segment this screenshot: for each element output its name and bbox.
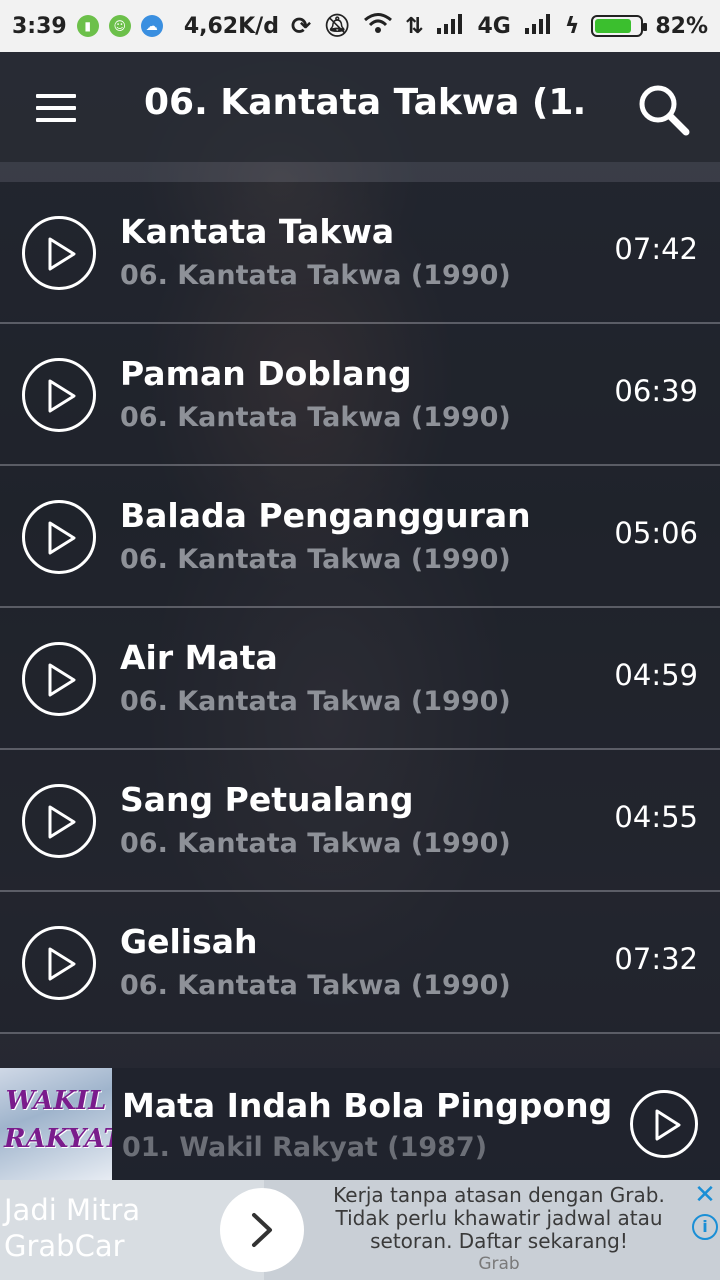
track-title: Paman Doblang bbox=[120, 354, 412, 393]
track-title: Sang Petualang bbox=[120, 780, 414, 819]
track-album: 06. Kantata Takwa (1990) bbox=[120, 260, 511, 291]
ad-headline: Jadi Mitra GrabCar bbox=[4, 1193, 141, 1263]
track-list: Kantata Takwa 06. Kantata Takwa (1990) 0… bbox=[0, 182, 720, 1034]
ad-open-button[interactable] bbox=[220, 1188, 304, 1272]
play-icon[interactable] bbox=[22, 784, 96, 858]
cover-text-line1: WAKIL bbox=[5, 1086, 107, 1116]
now-playing-bar[interactable]: WAKIL RAKYAT Mata Indah Bola Pingpong 01… bbox=[0, 1068, 720, 1180]
track-item[interactable]: Sang Petualang 06. Kantata Takwa (1990) … bbox=[0, 750, 720, 892]
hamburger-menu-icon[interactable] bbox=[36, 94, 76, 122]
battery-percent: 82% bbox=[655, 13, 708, 39]
network-type: 4G bbox=[477, 13, 511, 39]
track-album: 06. Kantata Takwa (1990) bbox=[120, 544, 511, 575]
wifi-icon bbox=[363, 12, 393, 40]
play-icon[interactable] bbox=[22, 358, 96, 432]
status-bar: 3:39 ▮ ☺ ☁ 4,62K/d ⟳ 🔕︎ ⇅ 4G ϟ 82% bbox=[0, 0, 720, 52]
track-title: Gelisah bbox=[120, 922, 258, 961]
data-arrows-icon: ⇅ bbox=[405, 13, 424, 39]
network-speed: 4,62K/d bbox=[183, 13, 279, 39]
app-bar-shadow bbox=[0, 162, 720, 182]
search-icon[interactable] bbox=[636, 82, 692, 138]
track-item[interactable]: Balada Pengangguran 06. Kantata Takwa (1… bbox=[0, 466, 720, 608]
page-title: 06. Kantata Takwa (1… bbox=[144, 82, 584, 123]
charging-icon: ϟ bbox=[564, 13, 580, 39]
track-item[interactable]: Kantata Takwa 06. Kantata Takwa (1990) 0… bbox=[0, 182, 720, 324]
mute-bell-icon: 🔕︎ bbox=[323, 13, 351, 39]
track-item[interactable]: Air Mata 06. Kantata Takwa (1990) 04:59 bbox=[0, 608, 720, 750]
android-icon: ☺ bbox=[108, 15, 131, 37]
ad-banner[interactable]: Jadi Mitra GrabCar Kerja tanpa atasan de… bbox=[0, 1180, 720, 1280]
now-playing-title: Mata Indah Bola Pingpong bbox=[122, 1086, 613, 1125]
track-duration: 07:32 bbox=[614, 942, 698, 976]
track-title: Kantata Takwa bbox=[120, 212, 395, 251]
track-album: 06. Kantata Takwa (1990) bbox=[120, 686, 511, 717]
cloud-icon: ☁ bbox=[140, 15, 163, 37]
play-icon[interactable] bbox=[22, 500, 96, 574]
sim-icon: ▮ bbox=[76, 15, 99, 37]
play-icon[interactable] bbox=[22, 216, 96, 290]
play-icon[interactable] bbox=[22, 642, 96, 716]
signal-icon-2 bbox=[523, 12, 553, 40]
cover-text-line2: RAKYAT bbox=[4, 1124, 112, 1154]
track-duration: 05:06 bbox=[614, 516, 698, 550]
status-time: 3:39 bbox=[12, 13, 67, 39]
sync-icon: ⟳ bbox=[290, 12, 312, 40]
battery-icon bbox=[591, 15, 648, 37]
close-icon[interactable]: ✕ bbox=[692, 1182, 718, 1208]
track-duration: 06:39 bbox=[614, 374, 698, 408]
track-item[interactable]: Paman Doblang 06. Kantata Takwa (1990) 0… bbox=[0, 324, 720, 466]
play-button[interactable] bbox=[630, 1090, 698, 1158]
track-title: Air Mata bbox=[120, 638, 278, 677]
track-title: Balada Pengangguran bbox=[120, 496, 531, 535]
now-playing-album: 01. Wakil Rakyat (1987) bbox=[122, 1132, 488, 1163]
app-bar: 06. Kantata Takwa (1… bbox=[0, 52, 720, 162]
ad-brand: Grab bbox=[478, 1254, 520, 1274]
signal-icon bbox=[435, 12, 465, 40]
info-icon[interactable]: i bbox=[692, 1214, 718, 1240]
ad-body-text: Kerja tanpa atasan dengan Grab. Tidak pe… bbox=[333, 1183, 665, 1253]
track-album: 06. Kantata Takwa (1990) bbox=[120, 828, 511, 859]
play-icon[interactable] bbox=[22, 926, 96, 1000]
track-duration: 04:55 bbox=[614, 800, 698, 834]
track-duration: 04:59 bbox=[614, 658, 698, 692]
track-album: 06. Kantata Takwa (1990) bbox=[120, 402, 511, 433]
track-album: 06. Kantata Takwa (1990) bbox=[120, 970, 511, 1001]
album-cover[interactable]: WAKIL RAKYAT bbox=[0, 1068, 112, 1180]
track-duration: 07:42 bbox=[614, 232, 698, 266]
track-item[interactable]: Gelisah 06. Kantata Takwa (1990) 07:32 bbox=[0, 892, 720, 1034]
